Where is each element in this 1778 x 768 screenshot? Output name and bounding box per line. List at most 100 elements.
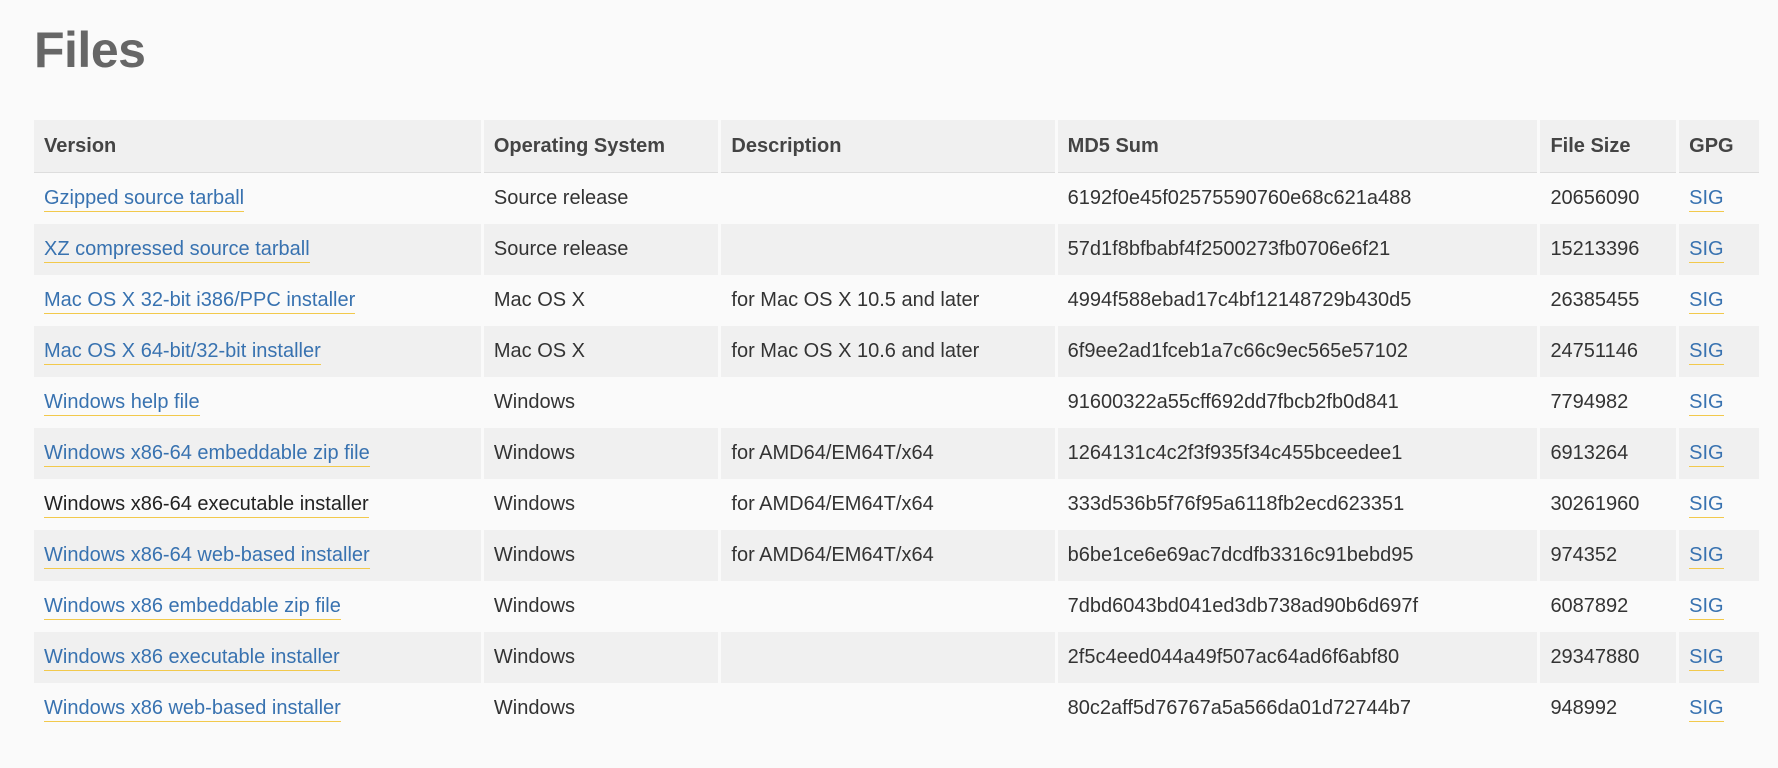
column-header-operating-system: Operating System: [483, 120, 719, 173]
sig-link[interactable]: SIG: [1689, 697, 1724, 722]
os-cell: Mac OS X: [483, 326, 719, 377]
sig-link[interactable]: SIG: [1689, 187, 1724, 212]
os-cell: Mac OS X: [483, 275, 719, 326]
version-cell: Gzipped source tarball: [34, 173, 481, 224]
os-cell: Windows: [483, 683, 719, 734]
version-link[interactable]: Windows x86-64 executable installer: [44, 493, 369, 518]
column-header-file-size: File Size: [1540, 120, 1677, 173]
version-cell: Windows x86-64 embeddable zip file: [34, 428, 481, 479]
sig-link[interactable]: SIG: [1689, 493, 1724, 518]
sig-link[interactable]: SIG: [1689, 544, 1724, 569]
page-title: Files: [34, 22, 146, 78]
files-table-header: Version Operating System Description MD5…: [34, 120, 1759, 173]
file-size-cell: 26385455: [1540, 275, 1677, 326]
description-cell: for AMD64/EM64T/x64: [721, 428, 1055, 479]
os-cell: Windows: [483, 530, 719, 581]
table-row: Windows x86-64 embeddable zip file Windo…: [34, 428, 1759, 479]
version-link[interactable]: Windows x86 web-based installer: [44, 697, 341, 722]
version-link[interactable]: Windows x86-64 web-based installer: [44, 544, 370, 569]
header-row: Version Operating System Description MD5…: [34, 120, 1759, 173]
description-cell: [721, 581, 1055, 632]
table-row: Gzipped source tarball Source release 61…: [34, 173, 1759, 224]
file-size-cell: 948992: [1540, 683, 1677, 734]
version-link[interactable]: Windows x86 embeddable zip file: [44, 595, 341, 620]
version-cell: XZ compressed source tarball: [34, 224, 481, 275]
files-table: Version Operating System Description MD5…: [31, 120, 1762, 734]
sig-link[interactable]: SIG: [1689, 238, 1724, 263]
version-cell: Windows x86 embeddable zip file: [34, 581, 481, 632]
column-header-gpg: GPG: [1679, 120, 1759, 173]
description-cell: [721, 377, 1055, 428]
gpg-cell: SIG: [1679, 479, 1759, 530]
version-cell: Windows x86 executable installer: [34, 632, 481, 683]
version-cell: Windows x86-64 web-based installer: [34, 530, 481, 581]
md5-cell: 4994f588ebad17c4bf12148729b430d5: [1057, 275, 1538, 326]
version-cell: Windows x86 web-based installer: [34, 683, 481, 734]
sig-link[interactable]: SIG: [1689, 391, 1724, 416]
md5-cell: 6f9ee2ad1fceb1a7c66c9ec565e57102: [1057, 326, 1538, 377]
gpg-cell: SIG: [1679, 326, 1759, 377]
table-row: Windows x86 executable installer Windows…: [34, 632, 1759, 683]
table-row: Mac OS X 32-bit i386/PPC installer Mac O…: [34, 275, 1759, 326]
os-cell: Windows: [483, 479, 719, 530]
table-row: Windows x86-64 web-based installer Windo…: [34, 530, 1759, 581]
table-row: Mac OS X 64-bit/32-bit installer Mac OS …: [34, 326, 1759, 377]
os-cell: Windows: [483, 581, 719, 632]
description-cell: for Mac OS X 10.5 and later: [721, 275, 1055, 326]
os-cell: Source release: [483, 224, 719, 275]
file-size-cell: 30261960: [1540, 479, 1677, 530]
file-size-cell: 24751146: [1540, 326, 1677, 377]
file-size-cell: 7794982: [1540, 377, 1677, 428]
column-header-description: Description: [721, 120, 1055, 173]
gpg-cell: SIG: [1679, 275, 1759, 326]
column-header-md5-sum: MD5 Sum: [1057, 120, 1538, 173]
description-cell: for Mac OS X 10.6 and later: [721, 326, 1055, 377]
sig-link[interactable]: SIG: [1689, 595, 1724, 620]
md5-cell: 91600322a55cff692dd7fbcb2fb0d841: [1057, 377, 1538, 428]
file-size-cell: 29347880: [1540, 632, 1677, 683]
gpg-cell: SIG: [1679, 173, 1759, 224]
md5-cell: 7dbd6043bd041ed3db738ad90b6d697f: [1057, 581, 1538, 632]
table-row: Windows x86-64 executable installer Wind…: [34, 479, 1759, 530]
md5-cell: b6be1ce6e69ac7dcdfb3316c91bebd95: [1057, 530, 1538, 581]
version-link[interactable]: Windows x86 executable installer: [44, 646, 340, 671]
version-link[interactable]: Gzipped source tarball: [44, 187, 245, 212]
os-cell: Windows: [483, 428, 719, 479]
table-row: Windows x86 embeddable zip file Windows …: [34, 581, 1759, 632]
md5-cell: 57d1f8bfbabf4f2500273fb0706e6f21: [1057, 224, 1538, 275]
md5-cell: 80c2aff5d76767a5a566da01d72744b7: [1057, 683, 1538, 734]
sig-link[interactable]: SIG: [1689, 442, 1724, 467]
version-cell: Mac OS X 64-bit/32-bit installer: [34, 326, 481, 377]
version-cell: Windows help file: [34, 377, 481, 428]
md5-cell: 333d536b5f76f95a6118fb2ecd623351: [1057, 479, 1538, 530]
description-cell: [721, 173, 1055, 224]
md5-cell: 2f5c4eed044a49f507ac64ad6f6abf80: [1057, 632, 1538, 683]
gpg-cell: SIG: [1679, 581, 1759, 632]
version-link[interactable]: Mac OS X 64-bit/32-bit installer: [44, 340, 321, 365]
description-cell: [721, 224, 1055, 275]
description-cell: for AMD64/EM64T/x64: [721, 530, 1055, 581]
gpg-cell: SIG: [1679, 224, 1759, 275]
gpg-cell: SIG: [1679, 428, 1759, 479]
file-size-cell: 6087892: [1540, 581, 1677, 632]
version-link[interactable]: Mac OS X 32-bit i386/PPC installer: [44, 289, 356, 314]
table-row: Windows x86 web-based installer Windows …: [34, 683, 1759, 734]
column-header-version: Version: [34, 120, 481, 173]
sig-link[interactable]: SIG: [1689, 289, 1724, 314]
version-cell: Windows x86-64 executable installer: [34, 479, 481, 530]
version-link[interactable]: Windows help file: [44, 391, 200, 416]
os-cell: Source release: [483, 173, 719, 224]
sig-link[interactable]: SIG: [1689, 646, 1724, 671]
gpg-cell: SIG: [1679, 683, 1759, 734]
table-row: XZ compressed source tarball Source rele…: [34, 224, 1759, 275]
gpg-cell: SIG: [1679, 377, 1759, 428]
md5-cell: 6192f0e45f02575590760e68c621a488: [1057, 173, 1538, 224]
version-link[interactable]: XZ compressed source tarball: [44, 238, 310, 263]
sig-link[interactable]: SIG: [1689, 340, 1724, 365]
os-cell: Windows: [483, 632, 719, 683]
md5-cell: 1264131c4c2f3f935f34c455bceedee1: [1057, 428, 1538, 479]
gpg-cell: SIG: [1679, 632, 1759, 683]
os-cell: Windows: [483, 377, 719, 428]
files-table-body: Gzipped source tarball Source release 61…: [34, 173, 1759, 734]
version-link[interactable]: Windows x86-64 embeddable zip file: [44, 442, 370, 467]
